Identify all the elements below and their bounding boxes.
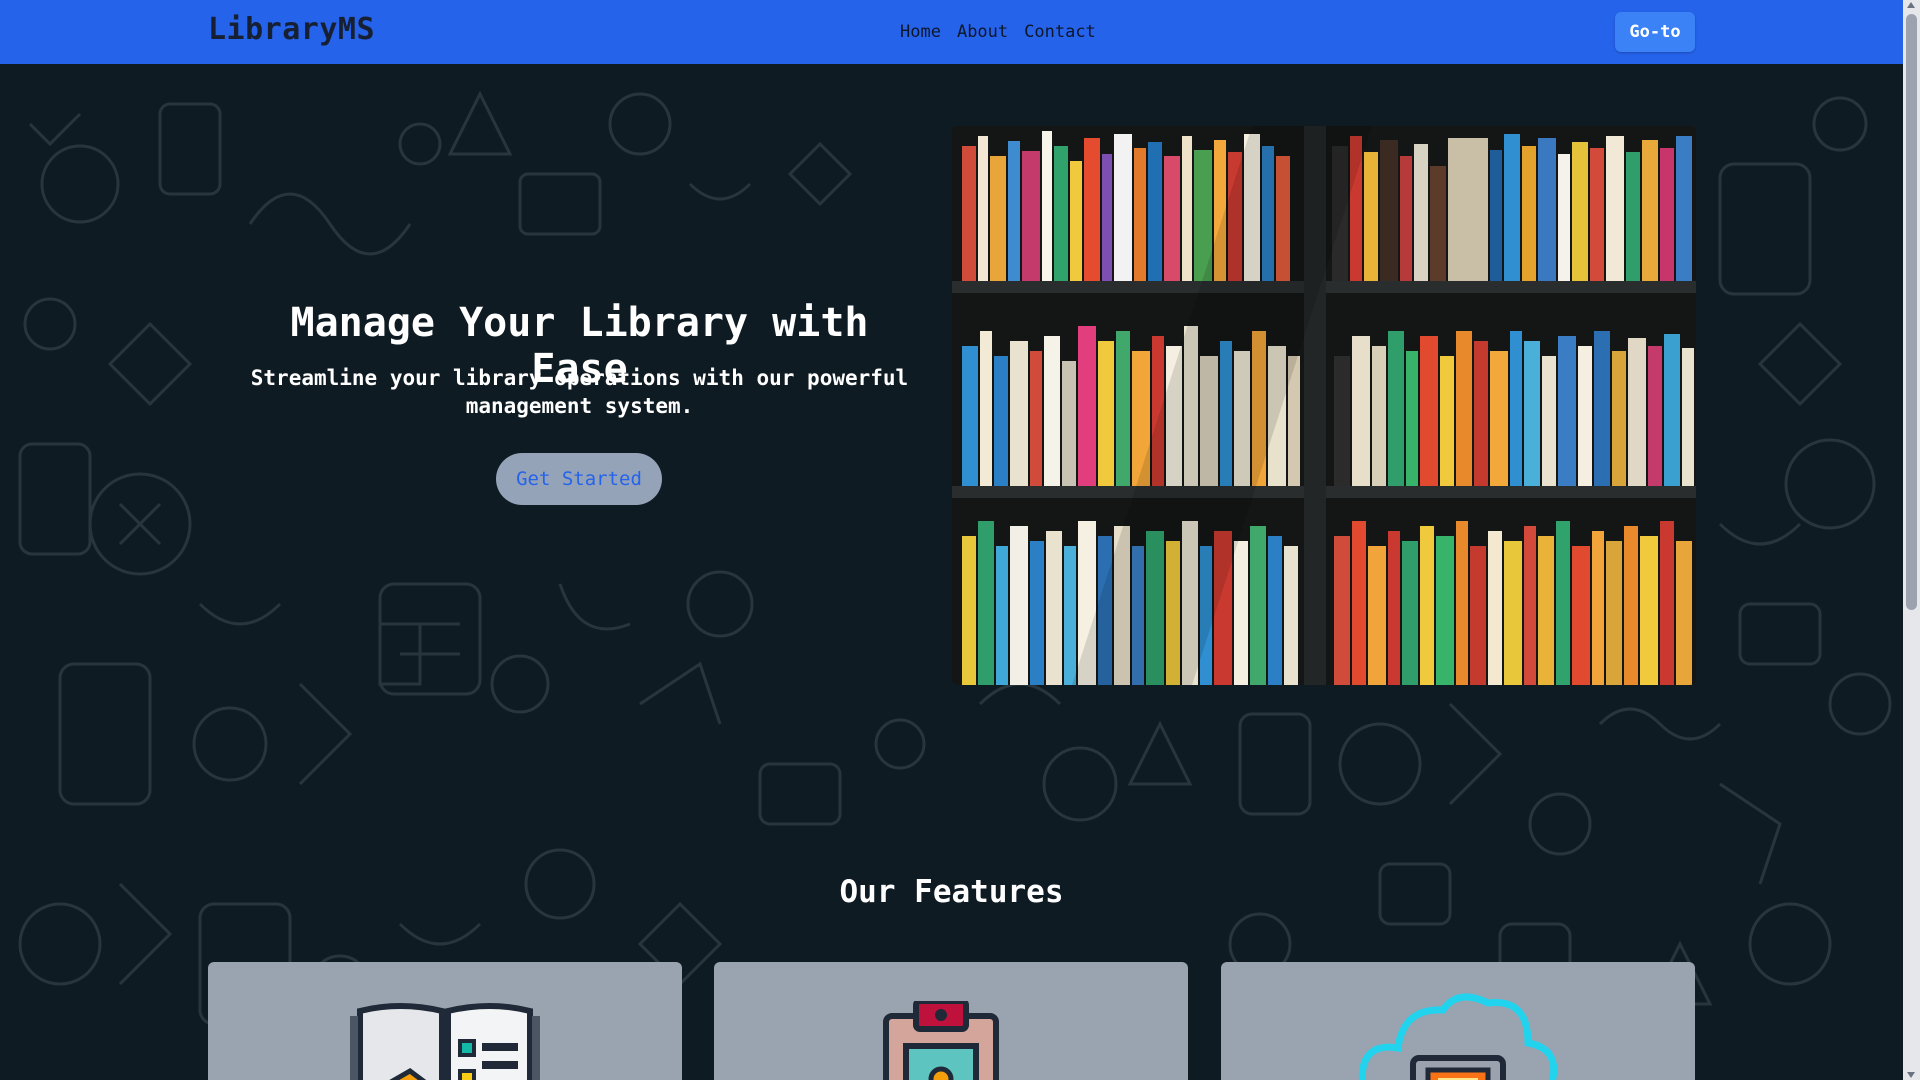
id-badge-icon — [883, 1001, 999, 1080]
main-nav: Home About Contact — [900, 22, 1096, 42]
open-book-icon — [350, 1003, 540, 1080]
vertical-scrollbar[interactable] — [1903, 0, 1920, 1080]
goto-button[interactable]: Go-to — [1615, 12, 1695, 52]
scrollbar-thumb[interactable] — [1906, 14, 1917, 610]
nav-link-contact[interactable]: Contact — [1024, 22, 1096, 42]
scroll-down-arrow-icon[interactable] — [1907, 1072, 1915, 1078]
feature-card[interactable] — [1221, 962, 1695, 1080]
nav-link-about[interactable]: About — [957, 22, 1008, 42]
nav-link-home[interactable]: Home — [900, 22, 941, 42]
features-title: Our Features — [839, 874, 1064, 910]
feature-card[interactable] — [208, 962, 682, 1080]
feature-card[interactable] — [714, 962, 1188, 1080]
scroll-up-arrow-icon[interactable] — [1907, 2, 1915, 8]
top-navbar: LibraryMS Home About Contact Go-to — [0, 0, 1903, 64]
brand-logo[interactable]: LibraryMS — [208, 12, 375, 47]
hero-subtitle: Streamline your library operations with … — [250, 366, 909, 418]
bookshelf-image — [952, 126, 1696, 685]
cloud-book-icon — [1358, 993, 1558, 1080]
get-started-button[interactable]: Get Started — [496, 453, 662, 505]
